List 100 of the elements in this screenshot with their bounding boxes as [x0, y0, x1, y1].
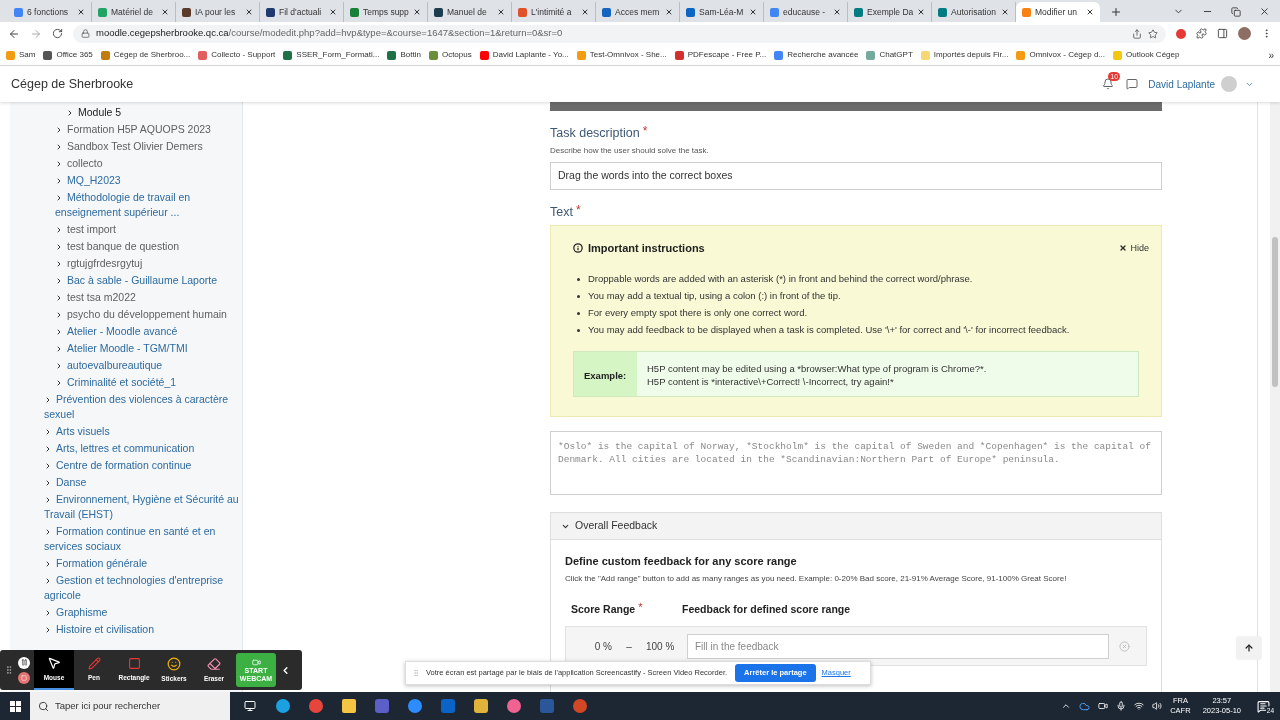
text-area[interactable]: *Oslo* is the capital of Norway, *Stockholm* is the capital of Sweden and *Copenhagen* is the capital of Denmark. All cities are located in the *Scandinavian:Northern Part of Europe* peninsula.	[550, 431, 1162, 495]
browser-tab[interactable]: Modifier un	[1016, 2, 1100, 22]
bookmark[interactable]: Bottin	[387, 49, 421, 61]
network-icon[interactable]	[1134, 701, 1145, 711]
bell-icon[interactable]	[1102, 78, 1115, 90]
feedback-field[interactable]: Fill in the feedback	[687, 633, 1109, 659]
camera-icon[interactable]	[1098, 701, 1109, 711]
bookmark[interactable]: ChatGPT	[866, 49, 913, 61]
sidebar-item[interactable]: Formation H5P AQUOPS 2023	[55, 121, 240, 138]
sidebar-item[interactable]: Méthodologie de travail en enseignement supérieur ...	[55, 189, 240, 221]
close-icon[interactable]	[497, 8, 505, 16]
close-icon[interactable]	[77, 8, 85, 16]
address-field[interactable]: moodle.cegepsherbrooke.qc.ca/course/modedit.php?add=hvp&type=&course=1647&section=1&return=0&sr=0	[73, 24, 1166, 43]
volume-icon[interactable]	[1152, 701, 1163, 711]
tab-title: 6 fonctions	[27, 5, 70, 19]
sidebar-item[interactable]: Prévention des violences à caractère sexuel	[44, 391, 240, 423]
close-icon[interactable]	[413, 8, 421, 16]
cloud-icon[interactable]	[1079, 700, 1091, 712]
bookmark[interactable]: Outlook Cégep	[1113, 49, 1180, 61]
example-label: Example:	[584, 369, 627, 381]
app-icon[interactable]	[473, 699, 488, 713]
sidebar-item[interactable]: Gestion et technologies d'entreprise agricole	[44, 572, 240, 604]
sidebar-item[interactable]: Danse	[44, 474, 240, 491]
sidebar-item[interactable]: Histoire et civilisation	[44, 621, 240, 638]
sidebar-item[interactable]: rgtujgfrdesrgytuj	[55, 255, 240, 272]
sidebar-item[interactable]: Formation générale	[44, 555, 240, 572]
sidebar-item[interactable]: Atelier Moodle - TGM/TMI	[55, 340, 240, 357]
sidebar-item[interactable]: MQ_H2023	[55, 172, 240, 189]
sidebar-item[interactable]: Sandbox Test Olivier Demers	[55, 138, 240, 155]
more-bookmarks-button[interactable]: »	[1268, 47, 1274, 63]
range-to: 100 %	[646, 639, 676, 654]
close-icon[interactable]	[1001, 8, 1009, 16]
sidebar-item[interactable]: Environnement, Hygiène et Sécurité au Travail (EHST)	[44, 491, 240, 523]
close-icon[interactable]	[161, 8, 169, 16]
sidebar-item[interactable]: Arts visuels	[44, 423, 240, 440]
side-panel-icon[interactable]	[1217, 28, 1228, 39]
bookmark[interactable]: David Laplante - Yo...	[479, 49, 569, 61]
close-icon[interactable]	[917, 8, 926, 16]
sidebar-item[interactable]: Centre de formation continue	[44, 457, 240, 474]
site-title[interactable]: Cégep de Sherbrooke	[11, 74, 134, 94]
share-icon[interactable]	[1132, 28, 1142, 39]
sidebar-item[interactable]: psycho du développement humain	[55, 306, 240, 323]
scroll-top-button[interactable]	[1236, 636, 1262, 660]
messages-icon[interactable]	[1126, 78, 1139, 90]
profile-avatar[interactable]	[1238, 27, 1251, 40]
bookmark[interactable]: SSER_Form_Formati...	[283, 49, 380, 61]
close-icon[interactable]	[1086, 8, 1094, 16]
sidebar-item[interactable]: Bac à sable - Guillaume Laporte	[55, 272, 240, 289]
sidebar-item[interactable]: collecto	[55, 155, 240, 172]
search-field[interactable]: Taper ici pour rechercher	[30, 692, 230, 720]
microphone-icon[interactable]	[1116, 701, 1127, 711]
close-icon[interactable]	[749, 8, 757, 16]
bookmark[interactable]: PDFescape - Free P...	[674, 49, 767, 61]
sidebar-item[interactable]: autoevalbureautique	[55, 357, 240, 374]
extensions-icon[interactable]	[1196, 28, 1207, 39]
bookmark[interactable]: Collecto - Support	[198, 49, 276, 61]
sidebar-item[interactable]: Atelier - Moodle avancé	[55, 323, 240, 340]
close-icon[interactable]	[245, 8, 253, 16]
tray-icon[interactable]	[1061, 701, 1072, 711]
bookmark[interactable]: Octopus	[428, 49, 472, 61]
sidebar-item[interactable]: test import	[55, 221, 240, 238]
stop-button[interactable]	[18, 671, 30, 684]
hide-button[interactable]: Hide	[1119, 241, 1149, 255]
bookmark[interactable]: Test-Omnivox - She...	[576, 49, 667, 61]
sidebar-item[interactable]: test tsa m2022	[55, 289, 240, 306]
close-icon[interactable]	[581, 8, 589, 16]
sidebar-item[interactable]: Graphisme	[44, 604, 240, 621]
bookmark[interactable]: Recherche avancée	[774, 49, 859, 61]
bookmark[interactable]: Sam	[6, 49, 36, 61]
close-icon[interactable]	[833, 8, 841, 16]
text-input[interactable]: Drag the words into the correct boxes	[550, 162, 1162, 190]
pause-button[interactable]	[18, 656, 30, 669]
scrollbar-thumb[interactable]	[1272, 237, 1278, 387]
sidebar-item[interactable]: Criminalité et société_1	[55, 374, 240, 391]
task-view-icon[interactable]	[244, 700, 256, 712]
section-header[interactable]: Overall Feedback	[551, 513, 1161, 540]
tab-title: Acces mem	[615, 5, 661, 19]
bookmark[interactable]: Omnivox - Cégep d...	[1016, 49, 1106, 61]
user-name[interactable]: David Laplante	[1148, 76, 1215, 92]
drag-handle-icon[interactable]	[4, 664, 14, 676]
reload-icon[interactable]	[52, 28, 63, 39]
new-tab-icon[interactable]	[1110, 6, 1122, 18]
back-icon[interactable]	[8, 27, 20, 40]
sidebar-item[interactable]: Arts, lettres et communication	[44, 440, 240, 457]
field-hint: Describe how the user should solve the task.	[550, 145, 709, 157]
drag-handle-icon[interactable]	[412, 668, 420, 678]
bookmark-star-icon[interactable]	[1148, 28, 1158, 39]
close-icon[interactable]	[329, 8, 337, 16]
extension-icon[interactable]	[1176, 28, 1186, 39]
start-icon[interactable]	[9, 700, 21, 712]
bookmark[interactable]: Cégep de Sherbroo...	[100, 49, 191, 61]
close-icon[interactable]	[665, 8, 673, 16]
bookmark[interactable]: Importés depuis Fir...	[920, 49, 1009, 61]
close-icon[interactable]	[1259, 6, 1270, 17]
sidebar-item[interactable]: Formation continue en santé et en services sociaux	[44, 523, 240, 555]
arrow-up-icon	[1244, 643, 1254, 653]
sidebar-item[interactable]: test banque de question	[55, 238, 240, 255]
bookmark[interactable]: Office 365	[43, 49, 93, 61]
sidebar-item[interactable]: Module 5	[66, 104, 240, 121]
restore-icon[interactable]	[1231, 6, 1241, 17]
